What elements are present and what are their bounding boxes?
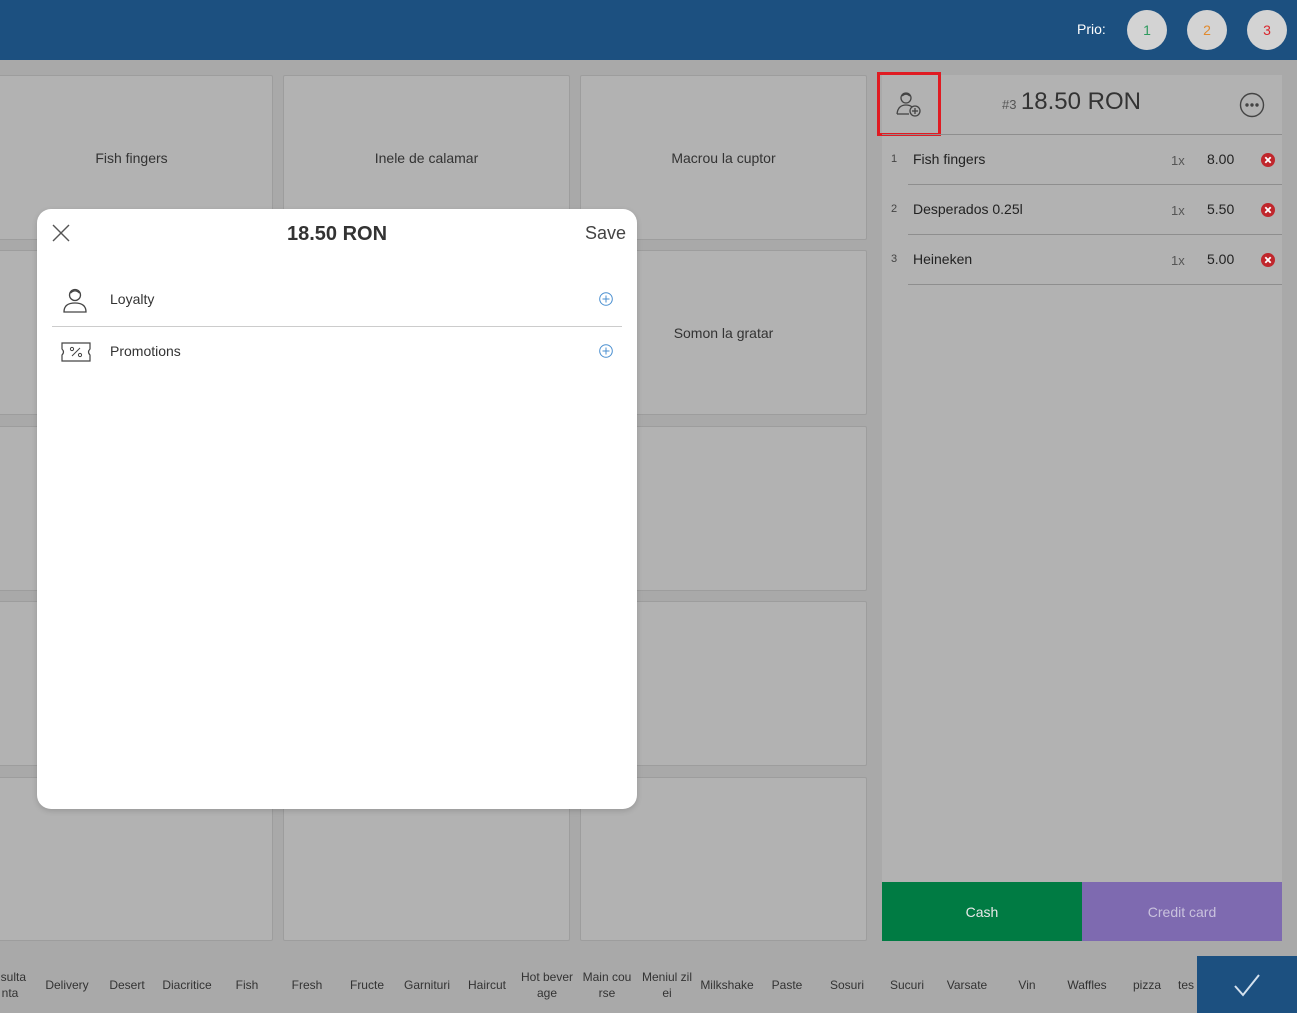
category-tab[interactable]: Diacritice	[158, 956, 216, 1013]
category-tab[interactable]: Meniul zil ei	[638, 956, 696, 1013]
category-label: Fructe	[349, 977, 384, 992]
prio-1-button[interactable]: 1	[1127, 10, 1167, 50]
order-number: #3	[1002, 97, 1017, 112]
order-line-name: Fish fingers	[913, 151, 986, 167]
category-tab[interactable]: Paste	[758, 956, 816, 1013]
category-tab[interactable]: Garnituri	[398, 956, 456, 1013]
loyalty-row[interactable]: Loyalty	[52, 275, 622, 325]
category-label: Paste	[771, 977, 803, 992]
loyalty-person-icon	[63, 288, 87, 313]
order-header: #3 18.50 RON	[1002, 88, 1141, 116]
category-label: Hot bever age	[520, 969, 574, 1000]
category-label: Sucuri	[889, 977, 924, 992]
category-bar: nsulta nta Delivery Desert Diacritice Fi…	[0, 956, 1297, 1013]
category-tab[interactable]: Sucuri	[878, 956, 936, 1013]
order-line-price: 5.50	[1207, 201, 1235, 217]
category-tab[interactable]: pizza	[1118, 956, 1176, 1013]
category-tab[interactable]: Fish	[218, 956, 276, 1013]
category-label: Haircut	[467, 977, 506, 992]
order-line-price: 5.00	[1207, 251, 1235, 267]
confirm-button[interactable]	[1197, 956, 1297, 1013]
promotions-label: Promotions	[110, 343, 181, 359]
category-label: tes	[1178, 977, 1195, 992]
add-customer-button[interactable]	[877, 72, 941, 136]
remove-item-icon[interactable]	[1261, 253, 1275, 267]
top-bar: Prio: 1 2 3	[0, 0, 1297, 60]
order-line-name: Heineken	[913, 251, 973, 267]
order-line-item[interactable]: 3 Heineken 1x 5.00	[882, 235, 1282, 285]
order-total: 18.50 RON	[1020, 88, 1141, 115]
product-tile-label: Somon la gratar	[673, 324, 774, 341]
order-line-item[interactable]: 1 Fish fingers 1x 8.00	[882, 135, 1282, 185]
promotion-ticket-icon	[61, 342, 91, 362]
category-label: Desert	[109, 977, 145, 992]
order-line-qty: 1x	[1171, 203, 1185, 218]
category-tab[interactable]: Milkshake	[698, 956, 756, 1013]
more-options-button[interactable]	[1239, 92, 1265, 123]
prio-3-button[interactable]: 3	[1247, 10, 1287, 50]
promotions-row[interactable]: Promotions	[52, 327, 622, 377]
category-tab[interactable]: Hot bever age	[518, 956, 576, 1013]
category-tab[interactable]: Sosuri	[818, 956, 876, 1013]
more-options-icon	[1239, 92, 1265, 118]
category-label: Vin	[1018, 977, 1036, 992]
product-tile-label: Fish fingers	[95, 149, 168, 166]
category-tab[interactable]: tes	[1178, 956, 1197, 1013]
category-label: Fresh	[291, 977, 323, 992]
order-line-index: 2	[891, 203, 898, 215]
category-tab[interactable]: nsulta nta	[0, 956, 38, 1013]
category-tab[interactable]: Vin	[998, 956, 1056, 1013]
category-tab[interactable]: Fresh	[278, 956, 336, 1013]
category-label: Sosuri	[829, 977, 864, 992]
category-label: Waffles	[1067, 977, 1107, 992]
category-label: Delivery	[45, 977, 89, 992]
modal-title: 18.50 RON	[286, 223, 388, 245]
category-tab[interactable]: Fructe	[338, 956, 396, 1013]
prio-2-button[interactable]: 2	[1187, 10, 1227, 50]
order-line-index: 1	[891, 153, 898, 165]
customer-modal: 18.50 RON Save Loyalty Promotions	[37, 209, 637, 809]
category-tab[interactable]: Desert	[98, 956, 156, 1013]
credit-card-button[interactable]: Credit card	[1082, 882, 1282, 941]
order-line-divider	[908, 284, 1282, 285]
order-line-price: 8.00	[1207, 151, 1235, 167]
category-label: Varsate	[946, 977, 988, 992]
order-line-qty: 1x	[1171, 153, 1185, 168]
category-tab[interactable]: Waffles	[1058, 956, 1116, 1013]
prio-label: Prio:	[1077, 21, 1106, 37]
category-label: Milkshake	[700, 977, 754, 992]
cash-button[interactable]: Cash	[882, 882, 1082, 941]
category-tab[interactable]: Haircut	[458, 956, 516, 1013]
loyalty-label: Loyalty	[110, 291, 155, 307]
category-tab[interactable]: Main cou rse	[578, 956, 636, 1013]
order-line-qty: 1x	[1171, 253, 1185, 268]
category-label: Diacritice	[162, 977, 212, 992]
category-label: pizza	[1132, 977, 1161, 992]
order-line-name: Desperados 0.25l	[913, 201, 1023, 217]
category-tab[interactable]: Delivery	[38, 956, 96, 1013]
remove-item-icon[interactable]	[1261, 153, 1275, 167]
order-line-item[interactable]: 2 Desperados 0.25l 1x 5.50	[882, 185, 1282, 235]
add-promotion-icon[interactable]	[599, 344, 613, 358]
category-label: Fish	[235, 977, 259, 992]
category-label: Garnituri	[403, 977, 450, 992]
order-line-index: 3	[891, 253, 898, 265]
checkmark-icon	[1234, 973, 1260, 997]
category-tab[interactable]: Varsate	[938, 956, 996, 1013]
product-tile-label: Macrou la cuptor	[671, 149, 776, 166]
product-tile-label: Inele de calamar	[374, 149, 479, 166]
category-label: Main cou rse	[582, 969, 632, 1000]
add-customer-icon	[896, 92, 921, 117]
add-loyalty-icon[interactable]	[599, 292, 613, 306]
category-label: nsulta nta	[0, 969, 27, 1000]
category-label: Meniul zil ei	[641, 969, 692, 1000]
remove-item-icon[interactable]	[1261, 203, 1275, 217]
save-button[interactable]: Save	[585, 223, 626, 244]
